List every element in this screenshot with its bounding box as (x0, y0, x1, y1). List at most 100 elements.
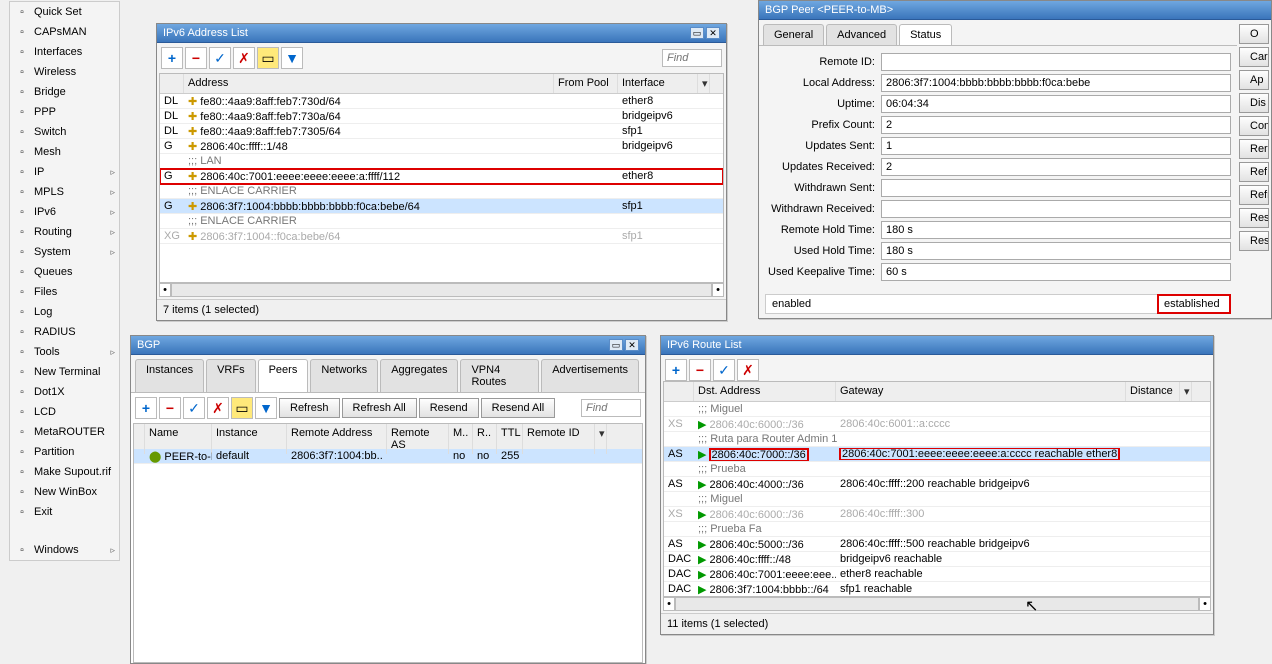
disable-button[interactable]: ✗ (233, 47, 255, 69)
side-button[interactable]: Com (1239, 116, 1269, 136)
sidebar-item-interfaces[interactable]: ▫Interfaces (10, 42, 119, 62)
side-button[interactable]: Refre (1239, 185, 1269, 205)
find-input[interactable] (662, 49, 722, 67)
sidebar-item-radius[interactable]: ▫RADIUS (10, 322, 119, 342)
window-titlebar[interactable]: IPv6 Address List ▭ ✕ (157, 24, 726, 43)
field-input[interactable] (881, 137, 1231, 155)
side-button[interactable]: Ref (1239, 162, 1269, 182)
sidebar-item-make-supout.rif[interactable]: ▫Make Supout.rif (10, 462, 119, 482)
col-remote-as[interactable]: Remote AS (387, 424, 449, 454)
filter-button[interactable]: ▼ (281, 47, 303, 69)
tab-advanced[interactable]: Advanced (826, 24, 897, 45)
find-input[interactable] (581, 399, 641, 417)
sidebar-item-mesh[interactable]: ▫Mesh (10, 142, 119, 162)
window-titlebar[interactable]: BGP ▭ ✕ (131, 336, 645, 355)
tab-advertisements[interactable]: Advertisements (541, 359, 639, 392)
sidebar-item-lcd[interactable]: ▫LCD (10, 402, 119, 422)
col-remote-id[interactable]: Remote ID (523, 424, 595, 454)
dropdown-icon[interactable]: ▾ (698, 74, 710, 93)
sidebar-item-new-terminal[interactable]: ▫New Terminal (10, 362, 119, 382)
sidebar-item-mpls[interactable]: ▫MPLS▹ (10, 182, 119, 202)
h-scrollbar[interactable] (675, 597, 1199, 611)
route-row[interactable]: AS▶ 2806:40c:5000::/362806:40c:ffff::500… (664, 537, 1210, 552)
window-titlebar[interactable]: IPv6 Route List (661, 336, 1213, 355)
dropdown-icon[interactable]: ▾ (595, 424, 607, 454)
close-icon[interactable]: ✕ (625, 339, 639, 351)
refresh-button[interactable]: Refresh (279, 398, 340, 418)
address-row[interactable]: G✚ 2806:40c:7001:eeee:eeee:eeee:a:ffff/1… (160, 169, 723, 184)
route-row[interactable]: DAC▶ 2806:3f7:1004:bbbb::/64sfp1 reachab… (664, 582, 1210, 597)
add-button[interactable]: + (135, 397, 157, 419)
scroll-right-icon[interactable]: • (712, 283, 724, 297)
minimize-icon[interactable]: ▭ (690, 27, 704, 39)
field-input[interactable] (881, 179, 1231, 197)
sidebar-item-metarouter[interactable]: ▫MetaROUTER (10, 422, 119, 442)
address-row[interactable]: DL✚ fe80::4aa9:8aff:feb7:7305/64sfp1 (160, 124, 723, 139)
side-button[interactable]: Rer (1239, 139, 1269, 159)
scroll-left-icon[interactable]: • (663, 597, 675, 611)
sidebar-item-new-winbox[interactable]: ▫New WinBox (10, 482, 119, 502)
window-titlebar[interactable]: BGP Peer <PEER-to-MB> (759, 1, 1271, 20)
close-icon[interactable]: ✕ (706, 27, 720, 39)
enable-button[interactable]: ✓ (713, 359, 735, 381)
route-row[interactable]: XS▶ 2806:40c:6000::/362806:40c:6001::a:c… (664, 417, 1210, 432)
disable-button[interactable]: ✗ (207, 397, 229, 419)
sidebar-item-switch[interactable]: ▫Switch (10, 122, 119, 142)
h-scrollbar[interactable] (171, 283, 712, 297)
address-row[interactable]: G✚ 2806:40c:ffff::1/48bridgeipv6 (160, 139, 723, 154)
sidebar-item-wireless[interactable]: ▫Wireless (10, 62, 119, 82)
address-row[interactable]: DL✚ fe80::4aa9:8aff:feb7:730d/64ether8 (160, 94, 723, 109)
field-input[interactable] (881, 158, 1231, 176)
field-input[interactable] (881, 221, 1231, 239)
side-button[interactable]: Car (1239, 47, 1269, 67)
dropdown-icon[interactable]: ▾ (1180, 382, 1192, 401)
address-row[interactable]: G✚ 2806:3f7:1004:bbbb:bbbb:bbbb:f0ca:beb… (160, 199, 723, 214)
field-input[interactable] (881, 74, 1231, 92)
sidebar-item-log[interactable]: ▫Log (10, 302, 119, 322)
side-button[interactable]: O (1239, 24, 1269, 44)
sidebar-item-routing[interactable]: ▫Routing▹ (10, 222, 119, 242)
sidebar-item-ipv6[interactable]: ▫IPv6▹ (10, 202, 119, 222)
sidebar-item-bridge[interactable]: ▫Bridge (10, 82, 119, 102)
tab-general[interactable]: General (763, 24, 824, 45)
field-input[interactable] (881, 200, 1231, 218)
field-input[interactable] (881, 53, 1231, 71)
scroll-right-icon[interactable]: • (1199, 597, 1211, 611)
tab-instances[interactable]: Instances (135, 359, 204, 392)
tab-vpn4-routes[interactable]: VPN4 Routes (460, 359, 539, 392)
sidebar-item-system[interactable]: ▫System▹ (10, 242, 119, 262)
sidebar-item-ppp[interactable]: ▫PPP (10, 102, 119, 122)
col-address[interactable]: Address (184, 74, 554, 93)
address-row[interactable]: XG✚ 2806:3f7:1004::f0ca:bebe/64sfp1 (160, 229, 723, 244)
refresh-all-button[interactable]: Refresh All (342, 398, 417, 418)
tab-peers[interactable]: Peers (258, 359, 309, 392)
sidebar-item-capsman[interactable]: ▫CAPsMAN (10, 22, 119, 42)
side-button[interactable]: Rese (1239, 231, 1269, 251)
address-row[interactable]: DL✚ fe80::4aa9:8aff:feb7:730a/64bridgeip… (160, 109, 723, 124)
sidebar-item-quick-set[interactable]: ▫Quick Set (10, 2, 119, 22)
field-input[interactable] (881, 263, 1231, 281)
add-button[interactable]: + (161, 47, 183, 69)
resend-all-button[interactable]: Resend All (481, 398, 556, 418)
col-distance[interactable]: Distance (1126, 382, 1180, 401)
tab-networks[interactable]: Networks (310, 359, 378, 392)
comment-button[interactable]: ▭ (231, 397, 253, 419)
enable-button[interactable]: ✓ (209, 47, 231, 69)
enable-button[interactable]: ✓ (183, 397, 205, 419)
tab-vrfs[interactable]: VRFs (206, 359, 256, 392)
side-button[interactable]: Dis (1239, 93, 1269, 113)
side-button[interactable]: Res (1239, 208, 1269, 228)
minimize-icon[interactable]: ▭ (609, 339, 623, 351)
sidebar-item-ip[interactable]: ▫IP▹ (10, 162, 119, 182)
route-row[interactable]: XS▶ 2806:40c:6000::/362806:40c:ffff::300 (664, 507, 1210, 522)
field-input[interactable] (881, 116, 1231, 134)
sidebar-item-exit[interactable]: ▫Exit (10, 502, 119, 522)
col-interface[interactable]: Interface (618, 74, 698, 93)
field-input[interactable] (881, 242, 1231, 260)
sidebar-item-windows[interactable]: ▫Windows▹ (10, 540, 119, 560)
add-button[interactable]: + (665, 359, 687, 381)
route-row[interactable]: AS▶ 2806:40c:4000::/362806:40c:ffff::200… (664, 477, 1210, 492)
filter-button[interactable]: ▼ (255, 397, 277, 419)
remove-button[interactable]: − (689, 359, 711, 381)
sidebar-item-partition[interactable]: ▫Partition (10, 442, 119, 462)
